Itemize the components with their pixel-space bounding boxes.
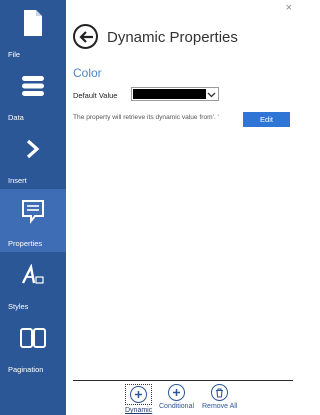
conditional-button[interactable]: Conditional <box>159 384 194 410</box>
back-button[interactable] <box>73 24 98 49</box>
sidebar-item-label: Properties <box>8 239 43 248</box>
sidebar-item-label: File <box>8 50 21 59</box>
file-icon <box>0 8 66 38</box>
section-heading: Color <box>73 66 102 80</box>
sidebar-item-data[interactable]: Data <box>0 63 66 126</box>
color-swatch <box>133 89 206 99</box>
book-icon <box>0 323 66 353</box>
edit-button[interactable]: Edit <box>243 112 290 127</box>
sidebar-item-insert[interactable]: Insert <box>0 126 66 189</box>
sidebar-item-label: Insert <box>8 176 27 185</box>
footer-divider <box>73 380 293 381</box>
comment-icon <box>0 197 66 227</box>
info-text: The property will retrieve its dynamic v… <box>73 114 219 121</box>
chevron-down-icon <box>207 92 216 98</box>
sidebar-item-label: Data <box>8 113 24 122</box>
close-icon[interactable]: × <box>286 2 292 14</box>
sidebar-item-pagination[interactable]: Pagination <box>0 315 66 378</box>
database-icon <box>0 71 66 101</box>
dynamic-button[interactable]: Dynamic <box>125 384 153 414</box>
plus-icon <box>130 386 148 403</box>
dynamic-properties-panel: × Dynamic Properties Color Default Value… <box>66 0 298 415</box>
conditional-label: Conditional <box>159 403 195 410</box>
sidebar: File Data Insert Properties Styles Pagin… <box>0 0 66 415</box>
trash-icon <box>211 384 229 401</box>
chevron-right-icon <box>0 134 66 164</box>
page-title: Dynamic Properties <box>107 29 238 46</box>
sidebar-item-label: Styles <box>8 302 29 311</box>
sidebar-item-styles[interactable]: Styles <box>0 252 66 315</box>
sidebar-item-label: Pagination <box>8 365 44 374</box>
plus-icon <box>168 384 186 401</box>
styles-icon <box>0 260 66 290</box>
default-value-label: Default Value <box>73 91 118 100</box>
remove-all-label: Remove All <box>202 403 238 410</box>
default-value-color-picker[interactable] <box>131 87 219 101</box>
dynamic-label: Dynamic <box>125 407 153 414</box>
sidebar-item-properties[interactable]: Properties <box>0 189 66 252</box>
remove-all-button[interactable]: Remove All <box>202 384 237 410</box>
arrow-left-icon <box>78 30 93 43</box>
sidebar-item-file[interactable]: File <box>0 0 66 63</box>
